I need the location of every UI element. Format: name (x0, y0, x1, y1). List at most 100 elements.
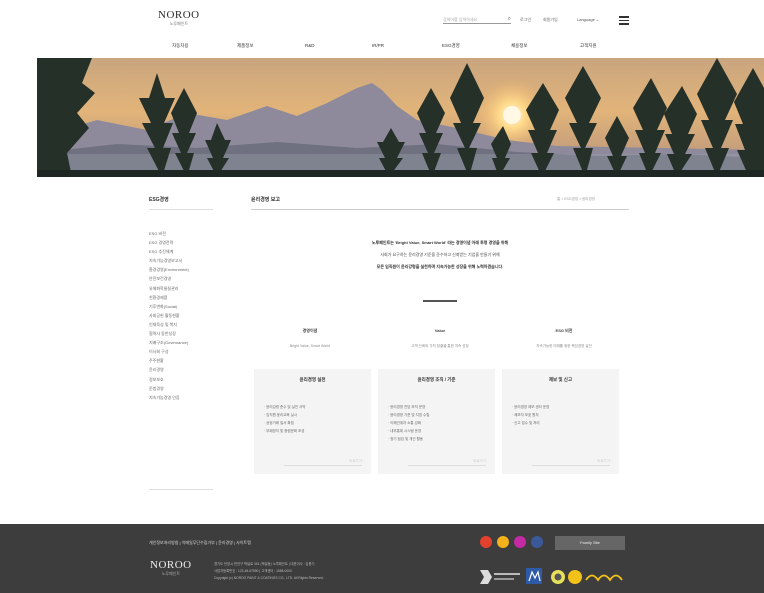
lnb-item[interactable]: 협력사 동반성장 (149, 329, 189, 338)
site-header: NOROO 노루페인트 검색어를 입력하세요 ⌕ 로그인 회원가입 Langua… (0, 0, 764, 58)
card-title: 윤리경영 실천 (299, 377, 326, 382)
lnb-item[interactable]: 기후변화(Social) (149, 302, 189, 311)
lnb-item[interactable]: 정보보호 (149, 375, 189, 384)
info-card: 윤리경영 조직 / 기준 · 윤리경영 전담 조직 운영 · 윤리경영 기준 및… (378, 369, 495, 474)
gnb-item-7[interactable]: 고객지원 (580, 43, 597, 49)
card-item: · 내부통제 시스템 운영 (388, 429, 422, 433)
info-card: 윤리경영 실천 · 윤리강령 준수 및 실천 서약 · 임직원 윤리교육 실시 … (254, 369, 371, 474)
breadcrumb: 홈 > ESG경영 > 윤리경영 (557, 197, 595, 201)
lnb-item[interactable]: ESG 비전 (149, 229, 189, 238)
card-item: · 공정거래 질서 확립 (264, 421, 294, 425)
lnb-item[interactable]: 안전보건경영 (149, 274, 189, 283)
award-logo-icon (526, 568, 542, 584)
site-footer: 개인정보처리방침 | 이메일무단수집거부 | 윤리경영 | 사이트맵 Famil… (0, 524, 764, 593)
card-list: · 윤리경영 제보 센터 운영 · 제보자 보호 원칙 · 신고 접수 및 처리 (512, 403, 549, 427)
card-item: · 부패방지 및 청렴문화 조성 (264, 429, 305, 433)
footer-address: 경기도 안양시 만안구 박달로 351 (박달동) 노루페인트 | 대표이사 :… (214, 561, 324, 582)
lnb-item[interactable]: ESG 추진체계 (149, 247, 189, 256)
blog-icon[interactable] (497, 536, 509, 548)
login-link[interactable]: 로그인 (520, 17, 531, 23)
card-title: 제보 및 신고 (548, 377, 573, 382)
lnb-item[interactable]: 사회공헌 활동현황 (149, 311, 189, 320)
content-divider (251, 209, 629, 210)
language-label: Language (577, 17, 595, 22)
section-divider (423, 300, 457, 302)
language-select[interactable]: Language ⌄ (577, 17, 599, 22)
card-item: · 윤리경영 기준 및 지침 수립 (388, 413, 430, 417)
card-more-link[interactable]: 바로가기 (408, 459, 486, 466)
lnb-item[interactable]: 인재육성 및 복지 (149, 320, 189, 329)
signup-link[interactable]: 회원가입 (543, 17, 558, 23)
column-subtext: 지속가능한 미래를 위한 책임경영 실천 (536, 344, 592, 348)
lnb-item[interactable]: 지속가능경영보고서 (149, 256, 189, 265)
lnb-item[interactable]: 주주현황 (149, 356, 189, 365)
footer-logo-subtext: 노루페인트 (161, 571, 181, 576)
lnb-item[interactable]: 윤리경영 (149, 365, 189, 374)
hamburger-menu-icon[interactable] (619, 16, 629, 25)
logo-text: NOROO (158, 9, 200, 21)
search-input[interactable]: 검색어를 입력하세요 ⌕ (443, 16, 511, 24)
award-badge-icon (551, 570, 565, 584)
card-title: 윤리경영 조직 / 기준 (417, 377, 456, 382)
family-site-select[interactable]: Family Site (555, 536, 625, 550)
lnb-item[interactable]: 유해화학물질관리 (149, 284, 189, 293)
facebook-icon[interactable] (531, 536, 543, 548)
column-heading: Value (434, 328, 446, 333)
card-item: · 제보자 보호 원칙 (512, 413, 539, 417)
certification-logos (480, 568, 623, 584)
card-more-link[interactable]: 바로가기 (532, 459, 610, 466)
lnb-item[interactable]: 준법경영 (149, 384, 189, 393)
intro-line: 노루페인트는 'Bright Value, Smart World' 라는 경영… (371, 240, 509, 245)
card-item: · 윤리경영 전담 조직 운영 (388, 405, 426, 409)
column-heading: 경영이념 (302, 328, 318, 333)
gnb-item-5[interactable]: ESG경영 (442, 43, 460, 49)
lnb-item[interactable]: ESG 경영전략 (149, 238, 189, 247)
search-placeholder: 검색어를 입력하세요 (443, 17, 478, 22)
footer-logo-text: NOROO (150, 559, 192, 571)
lnb-divider (149, 209, 213, 210)
brand-badge-icon (568, 570, 623, 584)
lnb-item[interactable]: 환경경영(Environment) (149, 265, 189, 274)
column-subtext: Bright Value, Smart World (289, 344, 331, 348)
logo-subtext: 노루페인트 (169, 21, 189, 26)
gnb-item-4[interactable]: IR/PR (372, 43, 384, 48)
footer-links[interactable]: 개인정보처리방침 | 이메일무단수집거부 | 윤리경영 | 사이트맵 (149, 540, 251, 546)
card-item: · 임직원 윤리교육 실시 (264, 413, 298, 417)
card-item: · 정기 점검 및 개선 활동 (388, 437, 424, 441)
youtube-icon[interactable] (480, 536, 492, 548)
address-line: 사업자등록번호 : 123-45-67890 | 고객센터 : 1588-000… (214, 569, 292, 573)
footer-logo: NOROO 노루페인트 (150, 560, 192, 577)
column-heading: ESG 비전 (555, 328, 573, 333)
card-item: · 윤리경영 제보 센터 운영 (512, 405, 550, 409)
cert-mark-icon (480, 570, 520, 584)
column-subtext: 고객 신뢰와 가치 창출을 통한 지속 성장 (411, 344, 469, 348)
lnb-item[interactable]: 지배구조(Governance) (149, 338, 189, 347)
card-list: · 윤리강령 준수 및 실천 서약 · 임직원 윤리교육 실시 · 공정거래 질… (264, 403, 305, 435)
gnb-item-2[interactable]: 제품정보 (237, 43, 254, 49)
lnb-item[interactable]: 지속가능경영 인증 (149, 393, 189, 402)
lnb-item[interactable]: 친환경제품 (149, 293, 189, 302)
hero-banner (37, 58, 764, 177)
site-logo[interactable]: NOROO 노루페인트 (158, 10, 200, 27)
search-icon[interactable]: ⌕ (508, 16, 511, 23)
intro-line: 사회가 요구하는 윤리경영 기준을 준수하고 신뢰받는 기업을 만들기 위해 (380, 252, 500, 257)
address-line: 경기도 안양시 만안구 박달로 351 (박달동) 노루페인트 | 대표이사 :… (214, 562, 315, 566)
lnb-item[interactable]: 이사회 구성 (149, 347, 189, 356)
card-item: · 이해관계자 소통 강화 (388, 421, 422, 425)
card-more-link[interactable]: 바로가기 (284, 459, 362, 466)
address-line: Copyright (c) NOROO PAINT & COATINGS CO.… (214, 576, 324, 580)
card-item: · 신고 접수 및 처리 (512, 421, 540, 425)
chevron-down-icon: ⌄ (595, 17, 600, 22)
lnb-bottom-divider (149, 489, 213, 490)
intro-text: 노루페인트는 'Bright Value, Smart World' 라는 경영… (280, 237, 600, 273)
gnb-item-1[interactable]: 자동차용 (172, 43, 189, 49)
card-item: · 윤리강령 준수 및 실천 서약 (264, 405, 306, 409)
lnb-title: ESG경영 (149, 197, 169, 203)
mountain-sunset-image (37, 58, 764, 177)
card-list: · 윤리경영 전담 조직 운영 · 윤리경영 기준 및 지침 수립 · 이해관계… (388, 403, 429, 443)
gnb-item-6[interactable]: 채용정보 (511, 43, 528, 49)
instagram-icon[interactable] (514, 536, 526, 548)
intro-line: 모든 임직원이 윤리강령을 실천하며 지속가능한 성장을 위해 노력하겠습니다. (376, 264, 504, 269)
gnb-item-3[interactable]: R&D (305, 43, 315, 48)
page-title: 윤리경영 보고 (251, 197, 280, 203)
